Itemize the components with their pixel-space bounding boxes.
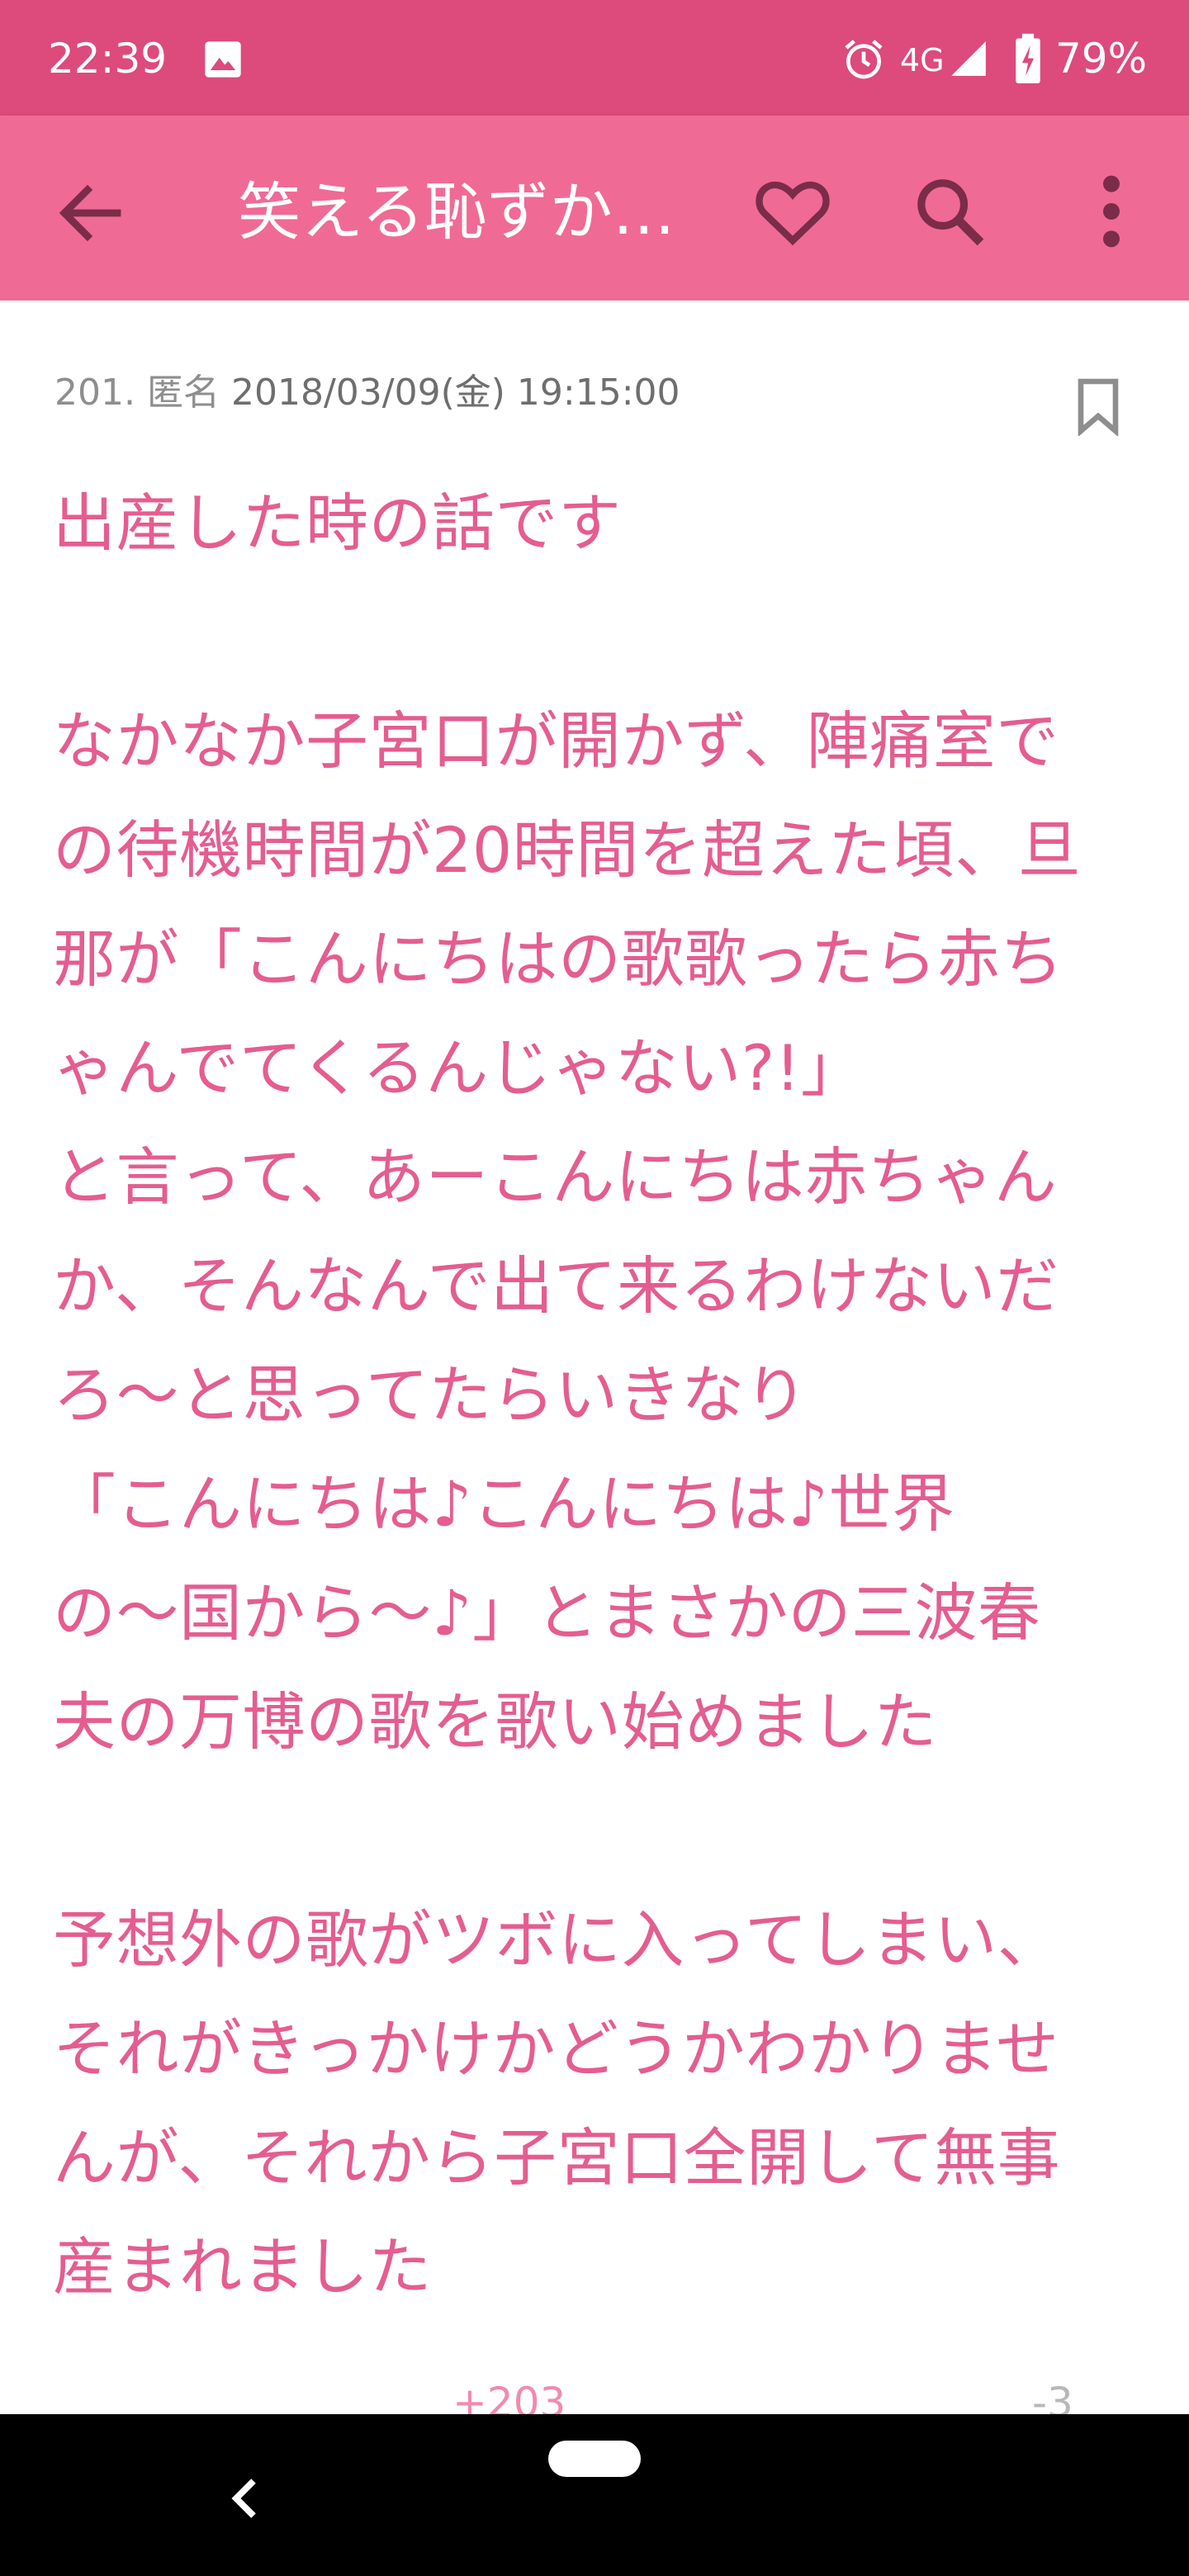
post-author: 匿名 <box>146 372 220 414</box>
body-line: なかなか子宮口が開かず、陣痛室で <box>53 704 1059 778</box>
body-line: 夫の万博の歌を歌い始めました <box>53 1685 937 1759</box>
body-line: それがきっかけかどうかわかりませ <box>53 2012 1059 2086</box>
image-icon <box>205 41 241 78</box>
body-line: か、そんなんで出て来るわけないだ <box>53 1249 1059 1323</box>
body-line: の待機時間が20時間を超えた頃、旦 <box>53 813 1082 887</box>
body-line: 「こんにちは♪こんにちは♪世界 <box>53 1467 955 1541</box>
heart-icon[interactable] <box>751 170 834 253</box>
system-nav-bar <box>0 2414 1189 2576</box>
body-line: ゃんでてくるんじゃない?!」 <box>53 1031 865 1105</box>
body-line <box>53 1777 1143 1886</box>
body-line <box>53 578 1143 687</box>
body-line: の〜国から〜♪」とまさかの三波春 <box>53 1576 1041 1650</box>
battery-level: 79% <box>1055 35 1148 83</box>
search-icon[interactable] <box>908 170 991 253</box>
body-line: 那が「こんにちはの歌歌ったら赤ち <box>53 922 1063 996</box>
page-title: 笑える恥ずか… <box>238 175 675 249</box>
body-line: んが、それから子宮口全開して無事 <box>53 2121 1061 2195</box>
status-bar: 22:39 4G 79% <box>0 0 1189 116</box>
signal-icon <box>951 41 986 76</box>
bookmark-icon[interactable] <box>1073 376 1123 436</box>
post-card: 201. 匿名 2018/03/09(金) 19:15:00 出産した時の話です… <box>0 301 1189 2427</box>
body-line: と言って、あーこんにちは赤ちゃん <box>53 1140 1058 1214</box>
post-number: 201. <box>54 372 135 414</box>
more-vertical-icon[interactable] <box>1087 170 1136 253</box>
body-line: 産まれました <box>53 2230 432 2304</box>
status-time: 22:39 <box>48 35 168 83</box>
app-bar: 笑える恥ずか… <box>0 116 1189 301</box>
post-date: 2018/03/09(金) 19:15:00 <box>230 372 680 414</box>
body-line: 予想外の歌がツボに入ってしまい、 <box>53 1903 1061 1977</box>
home-pill[interactable] <box>548 2441 641 2477</box>
body-line: ろ〜と思ってたらいきなり <box>53 1358 808 1432</box>
battery-icon <box>1016 33 1040 83</box>
post-meta: 201. 匿名 2018/03/09(金) 19:15:00 <box>54 367 680 419</box>
body-line: 出産した時の話です <box>53 486 622 560</box>
chevron-left-icon[interactable] <box>221 2469 271 2528</box>
post-body: 出産した時の話です なかなか子宮口が開かず、陣痛室で の待機時間が20時間を超え… <box>53 469 1143 2322</box>
arrow-left-icon[interactable] <box>51 173 130 253</box>
alarm-icon <box>845 40 883 79</box>
network-type: 4G <box>900 42 945 78</box>
